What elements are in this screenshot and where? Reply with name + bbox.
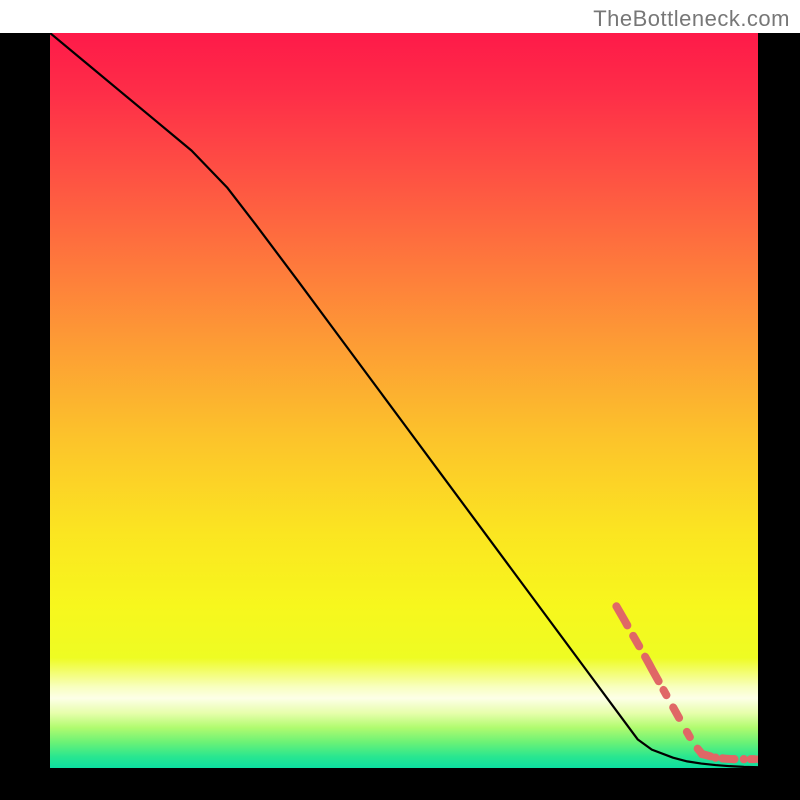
- chart-stage: TheBottleneck.com: [0, 0, 800, 800]
- watermark-text: TheBottleneck.com: [593, 6, 790, 32]
- top-margin: TheBottleneck.com: [0, 0, 800, 33]
- gradient-background: [50, 33, 758, 768]
- frame-right: [758, 33, 800, 768]
- frame-bottom: [0, 768, 800, 800]
- frame-left: [0, 33, 50, 768]
- plot-area: [50, 33, 758, 768]
- plot-svg: [50, 33, 758, 768]
